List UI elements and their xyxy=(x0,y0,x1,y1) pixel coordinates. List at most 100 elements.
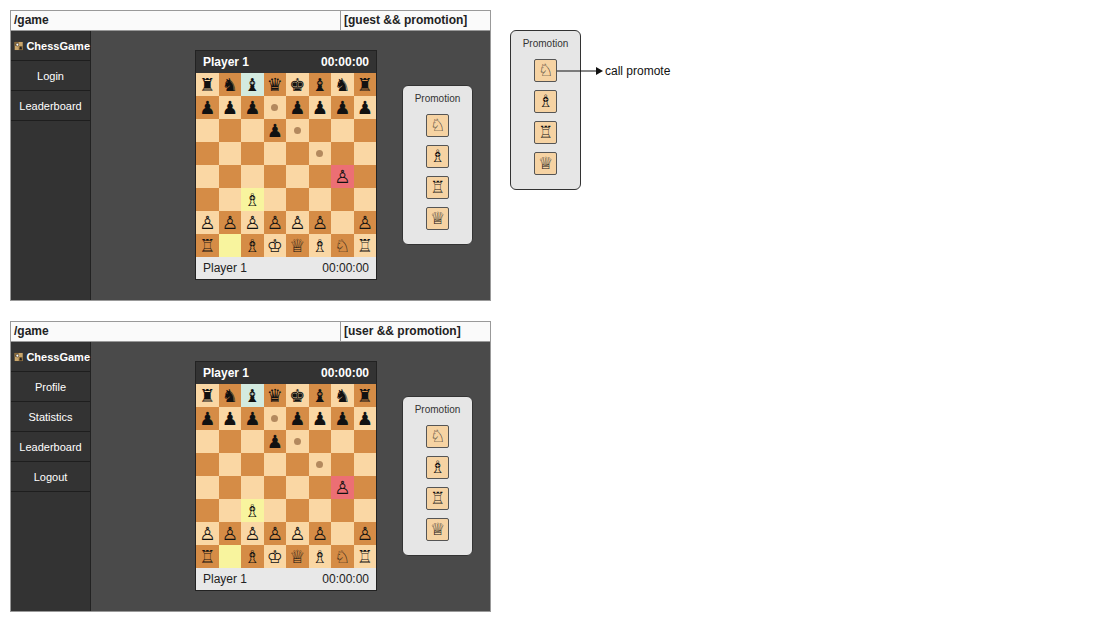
chess-piece[interactable]: ♙ xyxy=(357,214,373,232)
chess-piece[interactable]: ♔ xyxy=(267,548,283,566)
move-hint[interactable] xyxy=(271,415,278,422)
chess-piece[interactable]: ♟ xyxy=(357,99,373,117)
board-square[interactable]: ♟ xyxy=(309,96,332,119)
board-square[interactable]: ♚ xyxy=(286,384,309,407)
board-square[interactable] xyxy=(331,499,354,522)
chess-piece[interactable]: ♙ xyxy=(199,214,215,232)
chess-piece[interactable]: ♟ xyxy=(357,410,373,428)
board-square[interactable] xyxy=(309,499,332,522)
promotion-tile[interactable]: ♘ xyxy=(426,425,449,448)
chess-piece[interactable]: ♟ xyxy=(199,410,215,428)
board-square[interactable] xyxy=(309,119,332,142)
chess-piece[interactable]: ♟ xyxy=(222,99,238,117)
board-square[interactable] xyxy=(354,499,377,522)
board-square[interactable] xyxy=(286,142,309,165)
move-hint[interactable] xyxy=(271,104,278,111)
move-hint[interactable] xyxy=(316,461,323,468)
board-square[interactable] xyxy=(196,142,219,165)
chess-piece[interactable]: ♔ xyxy=(267,237,283,255)
board-square[interactable] xyxy=(219,119,242,142)
chess-piece[interactable]: ♟ xyxy=(222,410,238,428)
chess-piece[interactable]: ♙ xyxy=(244,525,260,543)
board-square[interactable]: ♟ xyxy=(331,407,354,430)
board-square[interactable] xyxy=(331,430,354,453)
board-square[interactable]: ♙ xyxy=(309,211,332,234)
sidebar-item[interactable]: Login xyxy=(11,61,90,91)
board-square[interactable] xyxy=(309,430,332,453)
board-square[interactable] xyxy=(286,453,309,476)
board-square[interactable] xyxy=(219,430,242,453)
sidebar-item[interactable]: Logout xyxy=(11,462,90,492)
board-square[interactable]: ♟ xyxy=(354,96,377,119)
chess-piece[interactable]: ♗ xyxy=(312,237,328,255)
board-square[interactable]: ♙ xyxy=(331,165,354,188)
chess-piece[interactable]: ♟ xyxy=(289,99,305,117)
board-square[interactable] xyxy=(354,142,377,165)
board-square[interactable]: ♝ xyxy=(309,384,332,407)
sidebar-item[interactable]: Leaderboard xyxy=(11,91,90,121)
chess-piece[interactable]: ♟ xyxy=(244,410,260,428)
board-square[interactable]: ♟ xyxy=(286,407,309,430)
chess-piece[interactable]: ♘ xyxy=(334,237,350,255)
logo[interactable]: ChessGame xyxy=(11,31,90,61)
board-square[interactable] xyxy=(196,499,219,522)
chess-piece[interactable]: ♟ xyxy=(289,410,305,428)
board-square[interactable]: ♖ xyxy=(354,234,377,257)
board-square[interactable] xyxy=(286,476,309,499)
chess-piece[interactable]: ♛ xyxy=(267,76,283,94)
chess-piece[interactable]: ♟ xyxy=(334,99,350,117)
chess-piece[interactable]: ♘ xyxy=(334,548,350,566)
chess-piece[interactable]: ♙ xyxy=(289,214,305,232)
board-square[interactable] xyxy=(309,165,332,188)
board-square[interactable]: ♔ xyxy=(264,545,287,568)
board-square[interactable]: ♙ xyxy=(354,211,377,234)
board-square[interactable]: ♝ xyxy=(241,384,264,407)
board-square[interactable] xyxy=(241,142,264,165)
chess-piece[interactable]: ♝ xyxy=(312,76,328,94)
promotion-tile[interactable]: ♖ xyxy=(426,487,449,510)
board-square[interactable] xyxy=(241,430,264,453)
promotion-tile[interactable]: ♘ xyxy=(426,114,449,137)
board-square[interactable]: ♗ xyxy=(241,188,264,211)
board-square[interactable]: ♙ xyxy=(241,211,264,234)
board-square[interactable]: ♟ xyxy=(354,407,377,430)
chess-piece[interactable]: ♟ xyxy=(199,99,215,117)
board-square[interactable] xyxy=(219,545,242,568)
board-square[interactable] xyxy=(196,430,219,453)
chess-piece[interactable]: ♞ xyxy=(334,387,350,405)
board-square[interactable]: ♜ xyxy=(196,73,219,96)
chess-piece[interactable]: ♗ xyxy=(312,548,328,566)
chess-piece[interactable]: ♖ xyxy=(357,548,373,566)
board-square[interactable] xyxy=(196,476,219,499)
board-square[interactable]: ♝ xyxy=(241,73,264,96)
board-square[interactable]: ♙ xyxy=(219,211,242,234)
chess-piece[interactable]: ♟ xyxy=(244,99,260,117)
chess-piece[interactable]: ♞ xyxy=(222,387,238,405)
board-square[interactable] xyxy=(264,499,287,522)
board-square[interactable] xyxy=(354,476,377,499)
chess-piece[interactable]: ♙ xyxy=(244,214,260,232)
board-square[interactable] xyxy=(196,165,219,188)
board-square[interactable] xyxy=(286,119,309,142)
chess-piece[interactable]: ♗ xyxy=(244,502,260,520)
board-square[interactable] xyxy=(219,165,242,188)
promotion-tile[interactable]: ♖ xyxy=(426,176,449,199)
chess-piece[interactable]: ♙ xyxy=(334,479,350,497)
board-square[interactable] xyxy=(241,476,264,499)
chess-piece[interactable]: ♙ xyxy=(222,525,238,543)
board-square[interactable]: ♚ xyxy=(286,73,309,96)
promotion-tile[interactable]: ♘ xyxy=(534,59,557,82)
board-square[interactable] xyxy=(354,430,377,453)
board-square[interactable]: ♗ xyxy=(309,545,332,568)
board-square[interactable]: ♙ xyxy=(219,522,242,545)
board-square[interactable] xyxy=(196,119,219,142)
chess-piece[interactable]: ♗ xyxy=(244,237,260,255)
promotion-tile[interactable]: ♗ xyxy=(534,90,557,113)
board-square[interactable]: ♜ xyxy=(354,384,377,407)
board-square[interactable] xyxy=(309,476,332,499)
board-square[interactable] xyxy=(196,453,219,476)
board-square[interactable]: ♖ xyxy=(354,545,377,568)
chess-piece[interactable]: ♟ xyxy=(312,410,328,428)
board-square[interactable]: ♞ xyxy=(331,73,354,96)
logo[interactable]: ChessGame xyxy=(11,342,90,372)
